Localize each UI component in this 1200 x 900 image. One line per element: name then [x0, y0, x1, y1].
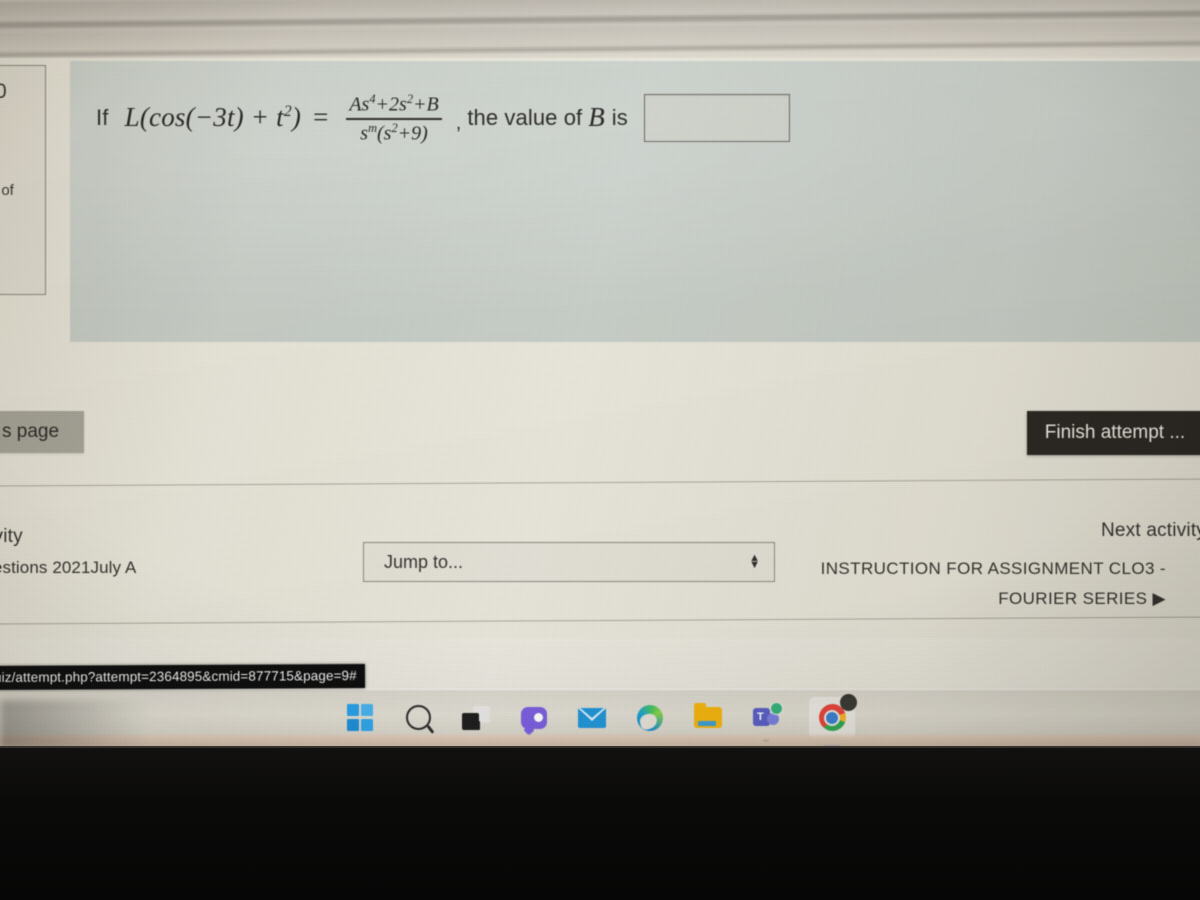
laplace-operator: L	[124, 102, 140, 133]
chevron-updown-icon: ▲ ▼	[749, 552, 760, 571]
laplace-argument: (cos(−3t) + t2)	[139, 102, 302, 133]
next-activity-name-line1: INSTRUCTION FOR ASSIGNMENT CLO3 -	[820, 559, 1166, 578]
jump-to-value: Jump to...	[384, 551, 464, 572]
previous-activity-name[interactable]: LE questions 2021July A	[0, 558, 208, 578]
answer-input[interactable]	[643, 93, 790, 142]
mail-icon[interactable]	[577, 703, 607, 733]
laplace-argument-exponent: 2	[283, 103, 292, 121]
previous-page-button[interactable]: s page	[0, 411, 84, 453]
question-statement: If L (cos(−3t) + t2) = As4+2s2+B sm(s2+9…	[96, 92, 790, 144]
denominator-group-open: (s	[377, 122, 392, 145]
next-activity-label: Next activity	[1100, 520, 1200, 541]
quiz-nav-label: t of	[0, 182, 14, 199]
chrome-icon[interactable]	[809, 693, 857, 739]
file-explorer-icon[interactable]	[693, 703, 723, 733]
equals-sign: =	[313, 102, 329, 133]
unknown-variable-B: B	[588, 102, 605, 133]
finish-attempt-label: Finish attempt ...	[1044, 422, 1186, 443]
next-activity-name[interactable]: INSTRUCTION FOR ASSIGNMENT CLO3 - FOURIE…	[786, 554, 1200, 614]
denominator-s: s	[360, 122, 369, 145]
status-url-tooltip: uiz/attempt.php?attempt=2364895&cmid=877…	[0, 664, 365, 690]
quiz-nav-number[interactable]: 0	[0, 80, 7, 104]
denominator-group-close: +9)	[397, 122, 428, 145]
numerator-As: As	[349, 93, 370, 116]
quiz-navigation-panel[interactable]: 0 t of	[0, 65, 46, 295]
numerator-plus-B: +B	[413, 93, 439, 116]
numerator-2s: +2s	[375, 93, 407, 116]
next-arrow-icon: ▶	[1152, 589, 1166, 608]
screen-area: 0 t of If L (cos(−3t) + t2) = As4+2s2+B …	[0, 0, 1200, 746]
edge-icon[interactable]	[635, 703, 665, 733]
divider-bottom	[0, 616, 1200, 625]
browser-chrome-blur	[0, 0, 1200, 72]
fraction-bar	[346, 118, 442, 120]
previous-activity-label: s activity	[0, 526, 23, 547]
previous-page-label: s page	[2, 421, 60, 442]
is-word: is	[611, 104, 628, 130]
value-of-text: the value of	[467, 104, 583, 130]
laptop-screen-photo: 0 t of If L (cos(−3t) + t2) = As4+2s2+B …	[0, 0, 1200, 900]
task-view-icon[interactable]	[461, 703, 491, 733]
quiz-page: 0 t of If L (cos(−3t) + t2) = As4+2s2+B …	[0, 58, 1200, 638]
denominator-s-power-m: m	[368, 120, 378, 135]
chat-icon[interactable]	[519, 703, 549, 733]
search-icon[interactable]	[403, 703, 433, 733]
finish-attempt-button[interactable]: Finish attempt ...	[1027, 411, 1200, 455]
laptop-bezel-bottom	[0, 746, 1200, 900]
statement-comma: ,	[455, 112, 462, 135]
next-activity-block[interactable]: Next activity INSTRUCTION FOR ASSIGNMENT…	[786, 520, 1200, 614]
screen-glare	[0, 700, 150, 746]
start-icon[interactable]	[345, 703, 375, 733]
chrome-badge-icon	[840, 693, 857, 711]
teams-icon[interactable]: T	[751, 701, 783, 733]
previous-activity-block[interactable]: s activity LE questions 2021July A	[0, 526, 208, 578]
next-activity-name-line2: FOURIER SERIES	[998, 589, 1148, 608]
jump-to-select[interactable]: Jump to... ▲ ▼	[363, 542, 775, 582]
fraction-numerator: As4+2s2+B	[346, 92, 441, 116]
laplace-argument-text: cos(−3t) + t	[149, 102, 284, 133]
if-keyword: If	[96, 104, 109, 130]
fraction-denominator: sm(s2+9)	[357, 120, 431, 145]
divider-top	[0, 478, 1200, 487]
rhs-fraction: As4+2s2+B sm(s2+9)	[346, 92, 442, 145]
